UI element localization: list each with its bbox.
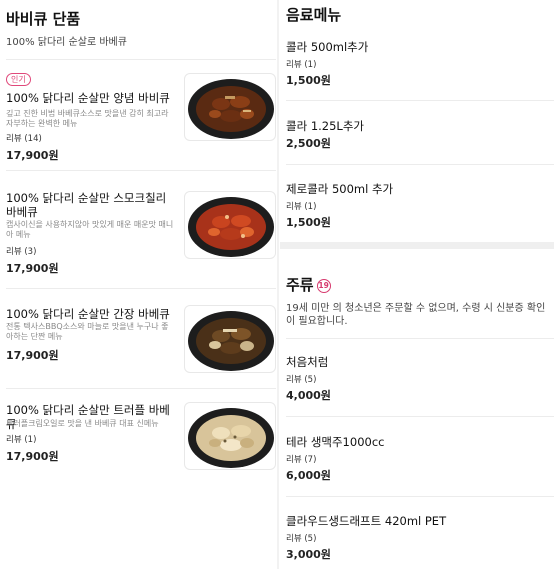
section-title-bbq: 바비큐 단품 — [6, 10, 81, 28]
item-divider — [286, 338, 554, 339]
menu-item-description: 깊고 진한 비법 바베큐소스로 맛을낸 감히 최고라 자부하는 완벽한 메뉴 — [6, 109, 169, 128]
item-divider — [286, 100, 554, 101]
menu-item-price: 1,500원 — [286, 216, 331, 229]
menu-item-price: 3,000원 — [286, 548, 331, 561]
menu-item-name: 콜라 1.25L추가 — [286, 119, 364, 133]
menu-item-name: 100% 닭다리 순살만 스모크칠리 바베큐 — [6, 191, 167, 219]
item-divider — [286, 496, 554, 497]
menu-item-name: 클라우드생드래프트 420ml PET — [286, 514, 447, 528]
menu-item-cola-1250[interactable]: 콜라 1.25L추가 2,500원 — [280, 100, 554, 164]
menu-item-description: 전통 텍사스BBQ소스와 마늘로 맛을낸 누구나 좋아하는 단짠 메뉴 — [6, 322, 169, 341]
menu-item-price: 2,500원 — [286, 137, 331, 150]
bbq-yangnyeom-photo — [184, 73, 276, 141]
menu-item-price: 17,900원 — [6, 149, 59, 162]
menu-item-kloud-draft[interactable]: 클라우드생드래프트 420ml PET 리뷰 (5) 3,000원 — [280, 496, 554, 569]
menu-item-price: 17,900원 — [6, 262, 59, 275]
item-divider — [6, 288, 276, 289]
menu-item-review-count: 리뷰 (1) — [6, 435, 37, 445]
item-divider — [6, 388, 276, 389]
age-restriction-19-icon: 19 — [316, 278, 331, 293]
menu-item-cheoeum-cheoreom[interactable]: 처음처럼 리뷰 (5) 4,000원 — [280, 338, 554, 416]
item-divider — [6, 59, 276, 60]
section-title-liquor: 주류 19 — [286, 274, 331, 295]
menu-item-smoke-chili-bbq[interactable]: 100% 닭다리 순살만 스모크칠리 바베큐 캡사이신을 사용하지않아 맛있게 … — [0, 170, 276, 288]
menu-item-name: 테라 생맥주1000cc — [286, 435, 385, 449]
section-title-drinks: 음료메뉴 — [286, 6, 342, 24]
bbq-truffle-photo — [184, 402, 276, 470]
column-divider — [277, 0, 279, 569]
menu-item-price: 17,900원 — [6, 450, 59, 463]
menu-item-name: 처음처럼 — [286, 355, 329, 369]
menu-item-review-count: 리뷰 (5) — [286, 534, 317, 544]
drinks-and-liquor-section: 음료메뉴 콜라 500ml추가 리뷰 (1) 1,500원 콜라 1.25L추가… — [280, 0, 554, 569]
menu-item-terra-draft[interactable]: 테라 생맥주1000cc 리뷰 (7) 6,000원 — [280, 416, 554, 496]
menu-item-price: 6,000원 — [286, 469, 331, 482]
menu-item-price: 1,500원 — [286, 74, 331, 87]
menu-item-review-count: 리뷰 (5) — [286, 375, 317, 385]
menu-item-review-count: 리뷰 (7) — [286, 455, 317, 465]
menu-item-review-count: 리뷰 (1) — [286, 202, 317, 212]
menu-item-description: 캡사이신을 사용하지않아 맛있게 매운 매운맛 매니아 메뉴 — [6, 220, 174, 239]
menu-item-review-count: 리뷰 (1) — [286, 60, 317, 70]
bbq-smoke-chili-photo — [184, 191, 276, 259]
menu-item-yangnyeom-bbq[interactable]: 인기 100% 닭다리 순살만 양념 바비큐 깊고 진한 비법 바베큐소스로 맛… — [0, 59, 276, 170]
menu-item-name: 100% 닭다리 순살만 양념 바비큐 — [6, 91, 170, 105]
menu-item-price: 17,900원 — [6, 349, 59, 362]
liquor-title-text: 주류 — [286, 276, 314, 294]
menu-item-name: 제로콜라 500ml 추가 — [286, 182, 394, 196]
menu-item-truffle-bbq[interactable]: 100% 닭다리 순살만 트러플 바베큐 트러플크림오일로 맛을 낸 바베큐 대… — [0, 388, 276, 488]
item-divider — [286, 416, 554, 417]
menu-item-zero-cola[interactable]: 제로콜라 500ml 추가 리뷰 (1) 1,500원 — [280, 164, 554, 242]
item-divider — [6, 170, 276, 171]
bbq-menu-section: 바비큐 단품 100% 닭다리 순살로 바베큐 인기 100% 닭다리 순살만 … — [0, 0, 276, 569]
menu-item-review-count: 리뷰 (3) — [6, 247, 37, 257]
menu-item-soy-bbq[interactable]: 100% 닭다리 순살만 간장 바베큐 전통 텍사스BBQ소스와 마늘로 맛을낸… — [0, 288, 276, 388]
menu-item-price: 4,000원 — [286, 389, 331, 402]
item-divider — [286, 164, 554, 165]
menu-item-review-count: 리뷰 (14) — [6, 134, 42, 144]
menu-item-cola-500[interactable]: 콜라 500ml추가 리뷰 (1) 1,500원 — [280, 27, 554, 95]
menu-item-name: 콜라 500ml추가 — [286, 40, 369, 54]
bbq-soy-photo — [184, 305, 276, 373]
section-separator-band — [280, 242, 554, 249]
menu-item-description: 트러플크림오일로 맛을 낸 바베큐 대표 신메뉴 — [6, 419, 159, 428]
menu-item-name: 100% 닭다리 순살만 간장 바베큐 — [6, 307, 170, 321]
section-description-bbq: 100% 닭다리 순살로 바베큐 — [6, 37, 127, 48]
popular-badge: 인기 — [6, 73, 31, 86]
liquor-age-notice: 19세 미만 의 청소년은 주문할 수 없으며, 수령 시 신분증 확인이 필요… — [286, 303, 546, 327]
